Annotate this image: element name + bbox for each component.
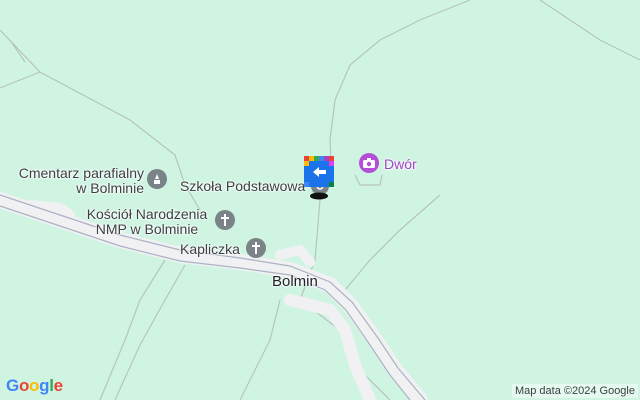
church-label[interactable]: Kościół Narodzenia NMP w Bolminie bbox=[82, 207, 212, 237]
google-logo-letter: o bbox=[18, 376, 30, 395]
google-logo: Google bbox=[6, 376, 63, 396]
google-logo-letter: e bbox=[53, 376, 63, 395]
town-label[interactable]: Bolmin bbox=[272, 274, 318, 290]
cemetery-icon[interactable] bbox=[147, 169, 167, 189]
map-attribution[interactable]: Map data ©2024 Google bbox=[511, 384, 638, 398]
map-canvas[interactable]: Cmentarz parafialny w Bolminie Szkoła Po… bbox=[0, 0, 640, 400]
school-label[interactable]: Szkoła Podstawowa bbox=[180, 178, 305, 194]
street-view-pin-icon[interactable] bbox=[304, 156, 336, 200]
chapel-cross-icon[interactable] bbox=[246, 238, 266, 258]
cemetery-label[interactable]: Cmentarz parafialny w Bolminie bbox=[8, 166, 144, 196]
manor-label[interactable]: Dwór bbox=[384, 156, 417, 172]
google-logo-letter: o bbox=[29, 376, 40, 395]
map-roads-layer bbox=[0, 0, 640, 400]
google-logo-letter: g bbox=[39, 376, 50, 395]
chapel-label[interactable]: Kapliczka bbox=[180, 241, 240, 257]
google-logo-letter: G bbox=[6, 376, 19, 395]
camera-icon[interactable] bbox=[359, 153, 379, 173]
church-cross-icon[interactable] bbox=[215, 210, 235, 230]
